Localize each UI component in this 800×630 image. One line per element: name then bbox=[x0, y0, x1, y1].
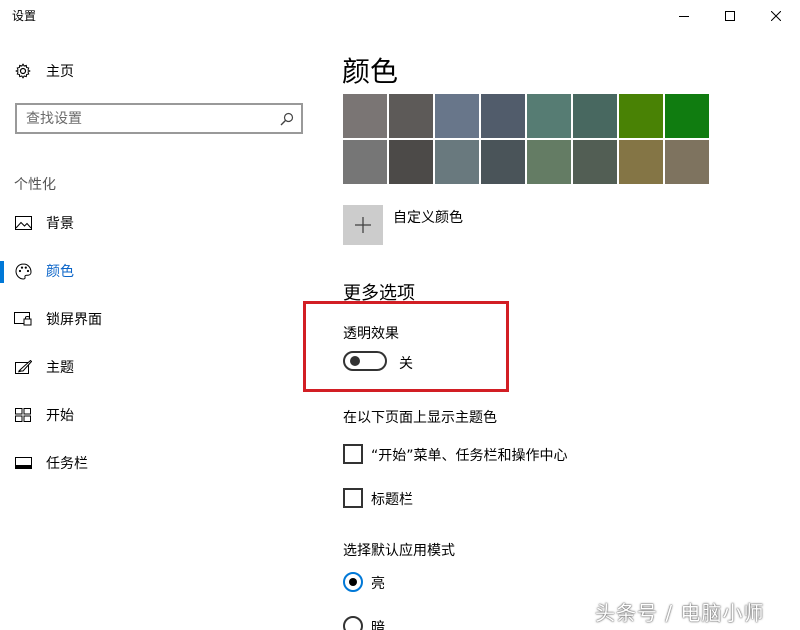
radio-dot bbox=[349, 578, 357, 586]
custom-color-label[interactable]: 自定义颜色 bbox=[393, 207, 463, 227]
picture-icon bbox=[14, 214, 32, 232]
active-indicator bbox=[0, 261, 4, 283]
minimize-icon bbox=[679, 16, 689, 17]
page-title: 颜色 bbox=[342, 55, 399, 88]
sidebar-item-colors[interactable]: 颜色 bbox=[14, 259, 74, 283]
add-custom-color-button[interactable] bbox=[343, 205, 383, 245]
search-icon[interactable] bbox=[280, 111, 294, 130]
taskbar-icon bbox=[14, 454, 32, 472]
sidebar-home[interactable]: 主页 bbox=[14, 59, 74, 83]
annotation-highlight-box bbox=[303, 301, 509, 392]
start-taskbar-label[interactable]: “开始”菜单、任务栏和操作中心 bbox=[371, 445, 568, 465]
light-mode-radio[interactable] bbox=[343, 572, 363, 592]
color-swatch[interactable] bbox=[343, 94, 387, 138]
maximize-icon bbox=[725, 11, 735, 21]
app-mode-heading: 选择默认应用模式 bbox=[343, 543, 455, 559]
color-swatch[interactable] bbox=[665, 94, 709, 138]
light-mode-label[interactable]: 亮 bbox=[371, 573, 385, 593]
sidebar-home-label: 主页 bbox=[46, 64, 74, 80]
color-swatch[interactable] bbox=[343, 140, 387, 184]
gear-icon bbox=[14, 62, 32, 80]
sidebar-item-themes[interactable]: 主题 bbox=[14, 355, 74, 379]
start-taskbar-checkbox[interactable] bbox=[343, 444, 363, 464]
section-label-personalization: 个性化 bbox=[14, 177, 56, 193]
brush-icon bbox=[14, 358, 32, 376]
watermark-text: 头条号 / 电脑小师 bbox=[595, 601, 765, 625]
search-input[interactable] bbox=[17, 105, 257, 132]
color-swatch[interactable] bbox=[573, 94, 617, 138]
dark-mode-label[interactable]: 暗 bbox=[371, 617, 385, 630]
sidebar-item-start[interactable]: 开始 bbox=[14, 403, 74, 427]
start-grid-icon bbox=[14, 406, 32, 424]
lock-screen-icon bbox=[14, 310, 32, 328]
plus-icon bbox=[355, 217, 371, 233]
palette-icon bbox=[14, 262, 32, 280]
sidebar-item-label: 主题 bbox=[46, 360, 74, 376]
color-swatch[interactable] bbox=[527, 94, 571, 138]
color-swatch[interactable] bbox=[573, 140, 617, 184]
sidebar-item-background[interactable]: 背景 bbox=[14, 211, 74, 235]
sidebar-item-label: 开始 bbox=[46, 408, 74, 424]
color-swatch[interactable] bbox=[665, 140, 709, 184]
title-bar-checkbox[interactable] bbox=[343, 488, 363, 508]
color-swatch[interactable] bbox=[619, 140, 663, 184]
color-swatch[interactable] bbox=[619, 94, 663, 138]
color-swatch[interactable] bbox=[481, 94, 525, 138]
sidebar-item-label: 锁屏界面 bbox=[46, 312, 102, 328]
color-swatch[interactable] bbox=[481, 140, 525, 184]
sidebar-item-label: 任务栏 bbox=[46, 456, 88, 472]
minimize-button[interactable] bbox=[661, 0, 707, 32]
sidebar-item-lock-screen[interactable]: 锁屏界面 bbox=[14, 307, 102, 331]
sidebar-item-label: 背景 bbox=[46, 216, 74, 232]
color-swatch[interactable] bbox=[527, 140, 571, 184]
dark-mode-radio[interactable] bbox=[343, 616, 363, 630]
color-swatch[interactable] bbox=[389, 94, 433, 138]
close-icon bbox=[771, 11, 781, 21]
maximize-button[interactable] bbox=[707, 0, 753, 32]
window-title: 设置 bbox=[12, 9, 37, 23]
color-swatch[interactable] bbox=[389, 140, 433, 184]
sidebar-item-label: 颜色 bbox=[46, 264, 74, 280]
color-swatch-grid bbox=[343, 94, 711, 184]
accent-surfaces-heading: 在以下页面上显示主题色 bbox=[343, 410, 497, 426]
close-button[interactable] bbox=[753, 0, 799, 32]
title-bar-label[interactable]: 标题栏 bbox=[371, 489, 413, 509]
title-bar: 设置 bbox=[0, 0, 800, 32]
sidebar-item-taskbar[interactable]: 任务栏 bbox=[14, 451, 88, 475]
color-swatch[interactable] bbox=[435, 140, 479, 184]
color-swatch[interactable] bbox=[435, 94, 479, 138]
search-field[interactable] bbox=[15, 103, 303, 134]
